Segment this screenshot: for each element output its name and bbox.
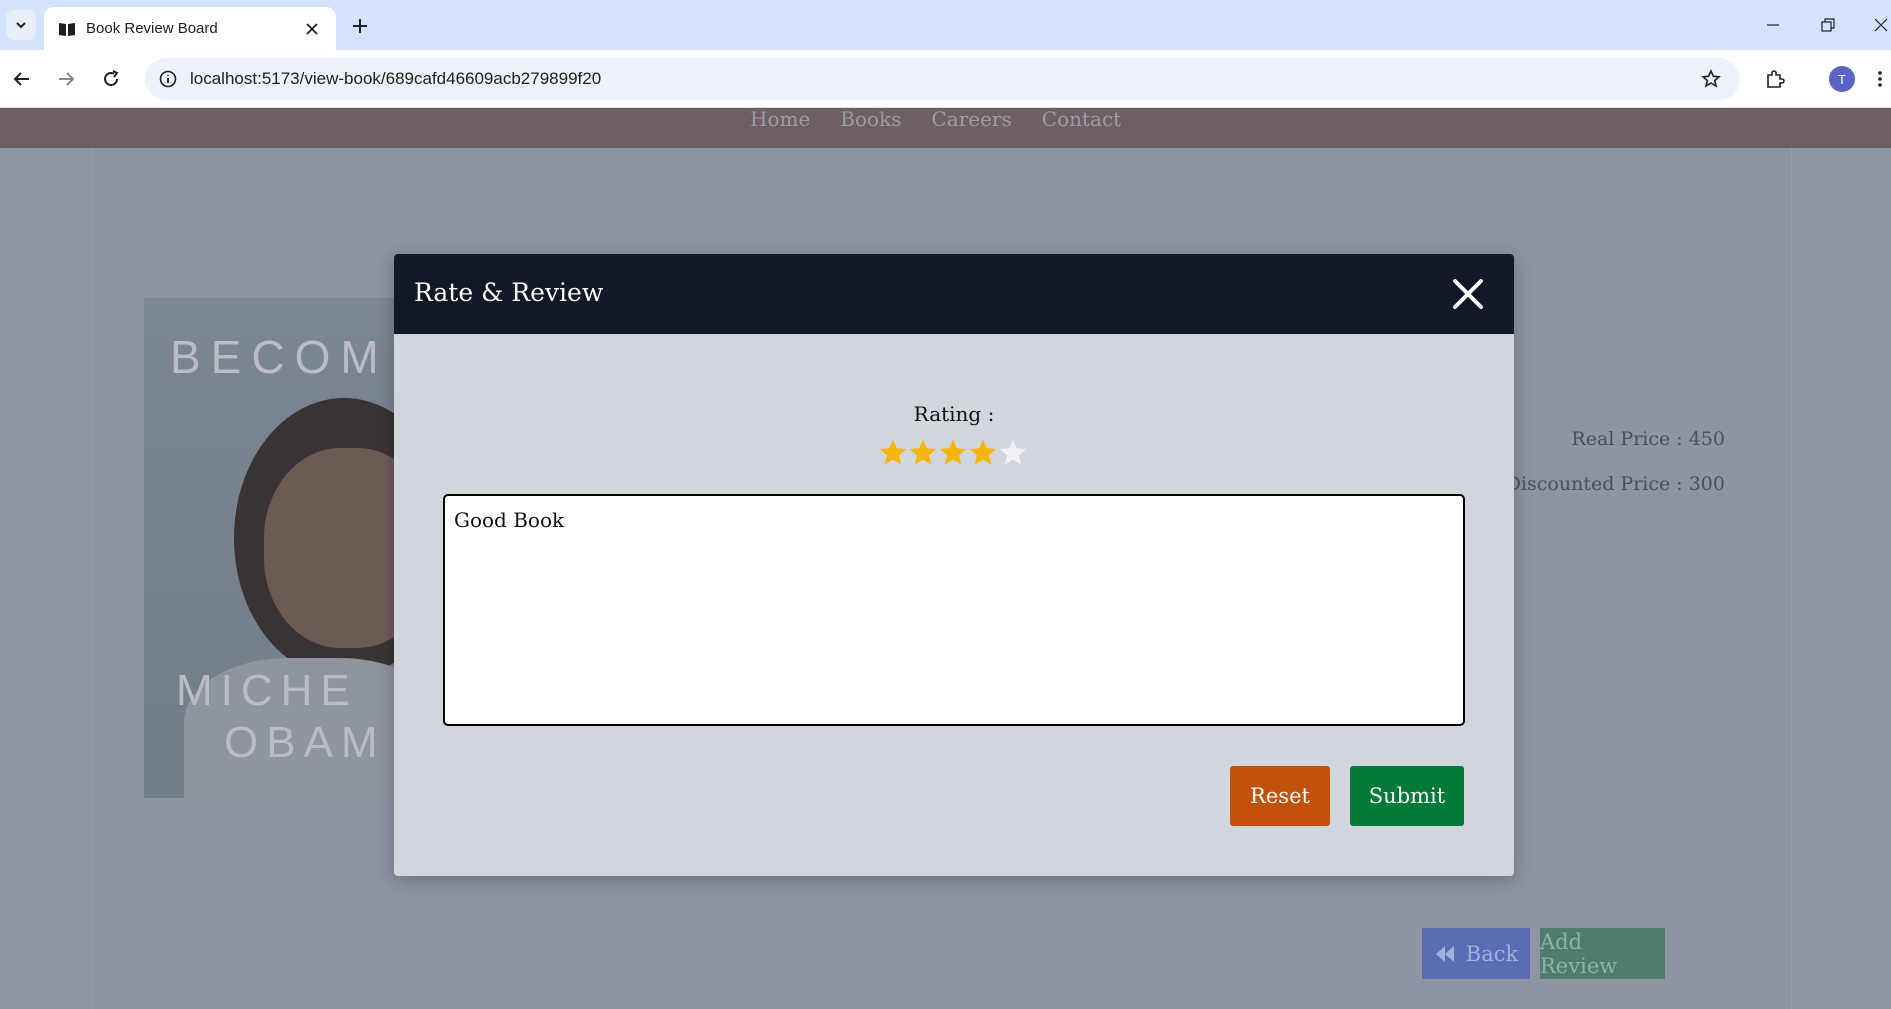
star-icon[interactable] — [998, 438, 1028, 468]
nav-link-careers[interactable]: Careers — [931, 108, 1011, 130]
modal-close-button[interactable] — [1448, 274, 1488, 314]
nav-link-books[interactable]: Books — [840, 108, 901, 130]
book-cover-image: BECOM MICHE OBAM — [144, 298, 394, 798]
cover-author-line2: OBAM — [224, 718, 386, 767]
close-window-button[interactable] — [1866, 10, 1891, 40]
cover-title-text: BECOM — [170, 331, 389, 383]
nav-link-contact[interactable]: Contact — [1042, 108, 1121, 130]
minimize-button[interactable] — [1758, 10, 1788, 40]
close-tab-icon[interactable] — [302, 19, 322, 39]
forward-nav-button[interactable] — [51, 64, 81, 94]
backward-icon — [1435, 945, 1454, 962]
chevron-down-icon — [16, 22, 26, 29]
browser-toolbar: localhost:5173/view-book/689cafd46609acb… — [0, 50, 1891, 108]
nav-links: Home Books Careers Contact — [750, 108, 1121, 130]
cover-author-line1: MICHE — [176, 666, 358, 715]
star-icon[interactable] — [938, 438, 968, 468]
reload-button[interactable] — [96, 64, 126, 94]
modal-header: Rate & Review — [394, 254, 1514, 334]
cover-portrait — [264, 448, 394, 648]
browser-menu-button[interactable] — [1872, 64, 1888, 94]
plus-icon — [353, 19, 367, 33]
reset-button[interactable]: Reset — [1230, 766, 1330, 826]
add-review-button[interactable]: Add Review — [1540, 928, 1665, 979]
close-icon — [1874, 18, 1888, 32]
new-tab-button[interactable] — [346, 12, 374, 40]
site-info-icon[interactable] — [156, 67, 180, 91]
browser-tabstrip: Book Review Board — [0, 0, 1891, 50]
url-text[interactable]: localhost:5173/view-book/689cafd46609acb… — [190, 69, 601, 89]
reload-icon — [104, 70, 119, 86]
submit-button[interactable]: Submit — [1350, 766, 1464, 826]
puzzle-icon — [1767, 70, 1785, 88]
real-price: Real Price : 450 — [1571, 428, 1725, 450]
nav-link-home[interactable]: Home — [750, 108, 810, 130]
restore-button[interactable] — [1813, 10, 1843, 40]
extensions-button[interactable] — [1760, 64, 1790, 94]
back-button-label: Back — [1465, 941, 1519, 966]
review-textarea[interactable]: Good Book — [443, 494, 1465, 726]
bookmark-star-icon[interactable] — [1699, 67, 1723, 91]
address-bar[interactable]: localhost:5173/view-book/689cafd46609acb… — [145, 58, 1740, 100]
star-icon[interactable] — [878, 438, 908, 468]
minimize-icon — [1767, 24, 1779, 26]
modal-title: Rate & Review — [414, 278, 604, 307]
star-icon[interactable] — [908, 438, 938, 468]
rate-review-modal: Rate & Review Rating : Good Book Reset S… — [394, 254, 1514, 876]
more-vertical-icon — [1878, 71, 1882, 87]
back-button[interactable]: Back — [1422, 928, 1530, 979]
tab-title: Book Review Board — [86, 20, 218, 37]
profile-avatar[interactable]: T — [1829, 66, 1855, 92]
star-icon[interactable] — [968, 438, 998, 468]
arrow-right-icon — [59, 72, 75, 86]
arrow-left-icon — [13, 72, 29, 86]
site-navbar: Home Books Careers Contact — [0, 108, 1891, 148]
browser-tab[interactable]: Book Review Board — [44, 7, 336, 50]
back-nav-button[interactable] — [7, 64, 37, 94]
rating-label: Rating : — [913, 402, 995, 426]
star-rating — [878, 438, 1028, 468]
discounted-price: Discounted Price : 300 — [1505, 473, 1725, 495]
restore-icon — [1821, 18, 1835, 32]
close-icon — [1453, 279, 1483, 309]
book-icon — [59, 22, 75, 36]
tab-search-button[interactable] — [6, 10, 36, 40]
